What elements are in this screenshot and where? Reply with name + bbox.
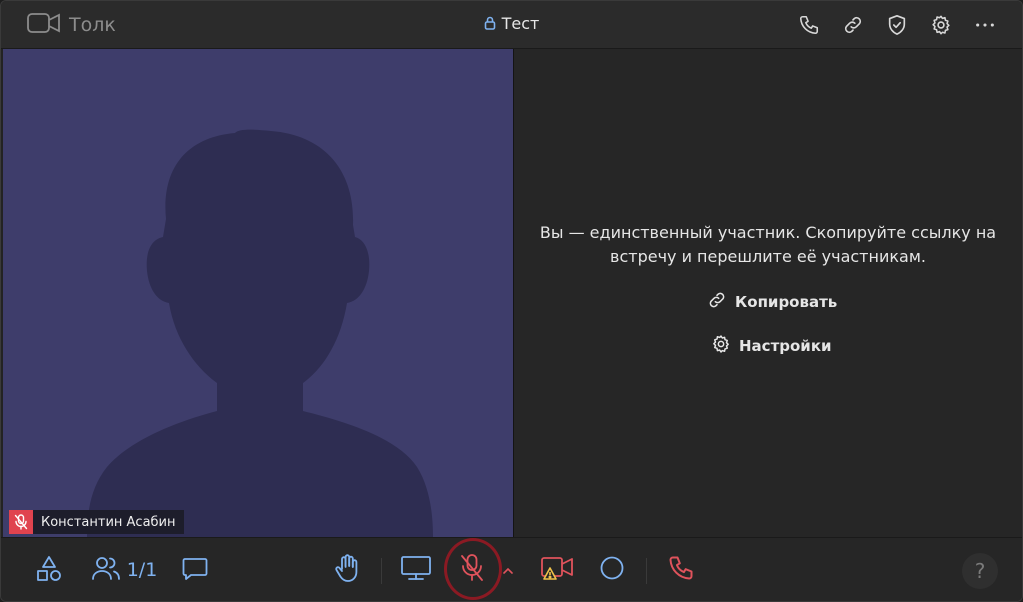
link-icon <box>707 290 727 314</box>
phone-hangup-icon <box>667 554 695 586</box>
shapes-icon <box>35 554 63 586</box>
chat-button[interactable] <box>179 554 211 586</box>
meeting-title-text: Тест <box>501 14 540 33</box>
toolbar-separator <box>381 558 382 584</box>
participants-button[interactable]: 1/1 <box>89 554 159 586</box>
settings-button[interactable]: Настройки <box>711 334 832 358</box>
invite-panel: Вы — единственный участник. Скопируйте с… <box>514 49 1022 537</box>
lock-icon <box>484 15 496 34</box>
camera-toggle-button[interactable] <box>539 554 575 586</box>
participant-video-tile[interactable]: Константин Асабин <box>3 49 513 537</box>
participant-name-tag: Константин Асабин <box>9 510 184 534</box>
camera-warning-icon <box>540 554 574 586</box>
people-icon <box>91 555 121 585</box>
record-circle-icon <box>599 555 625 585</box>
link-icon[interactable] <box>840 13 866 37</box>
settings-label: Настройки <box>739 337 832 355</box>
chevron-up-icon <box>502 561 514 580</box>
toolbar-separator <box>646 558 647 584</box>
screen-share-button[interactable] <box>399 554 433 586</box>
participants-count: 1/1 <box>126 559 158 581</box>
more-icon[interactable] <box>972 13 998 37</box>
avatar-silhouette <box>87 129 433 537</box>
mic-off-icon <box>459 553 485 587</box>
shapes-button[interactable] <box>33 554 65 586</box>
hand-icon <box>333 553 361 587</box>
gear-icon[interactable] <box>928 13 954 37</box>
phone-icon[interactable] <box>796 13 822 37</box>
copy-link-button[interactable]: Копировать <box>707 290 837 314</box>
alone-message: Вы — единственный участник. Скопируйте с… <box>539 223 997 266</box>
chat-icon <box>181 554 209 586</box>
header-bar: Толк Тест <box>1 1 1022 49</box>
meeting-window: Толк Тест Константин Асабин Вы — единств… <box>0 0 1023 602</box>
microphone-toggle-button[interactable] <box>457 554 487 586</box>
record-button[interactable] <box>597 554 627 586</box>
monitor-icon <box>400 554 432 586</box>
bottom-toolbar: 1/1 ? <box>1 537 1022 601</box>
microphone-options-button[interactable] <box>501 554 515 586</box>
gear-icon <box>711 334 731 358</box>
participant-name: Константин Асабин <box>41 514 176 530</box>
mic-off-icon <box>9 510 33 534</box>
header-actions <box>796 13 998 37</box>
raise-hand-button[interactable] <box>331 554 363 586</box>
help-button[interactable]: ? <box>962 553 998 589</box>
shield-check-icon[interactable] <box>884 13 910 37</box>
end-call-button[interactable] <box>665 554 697 586</box>
copy-link-label: Копировать <box>735 293 838 311</box>
